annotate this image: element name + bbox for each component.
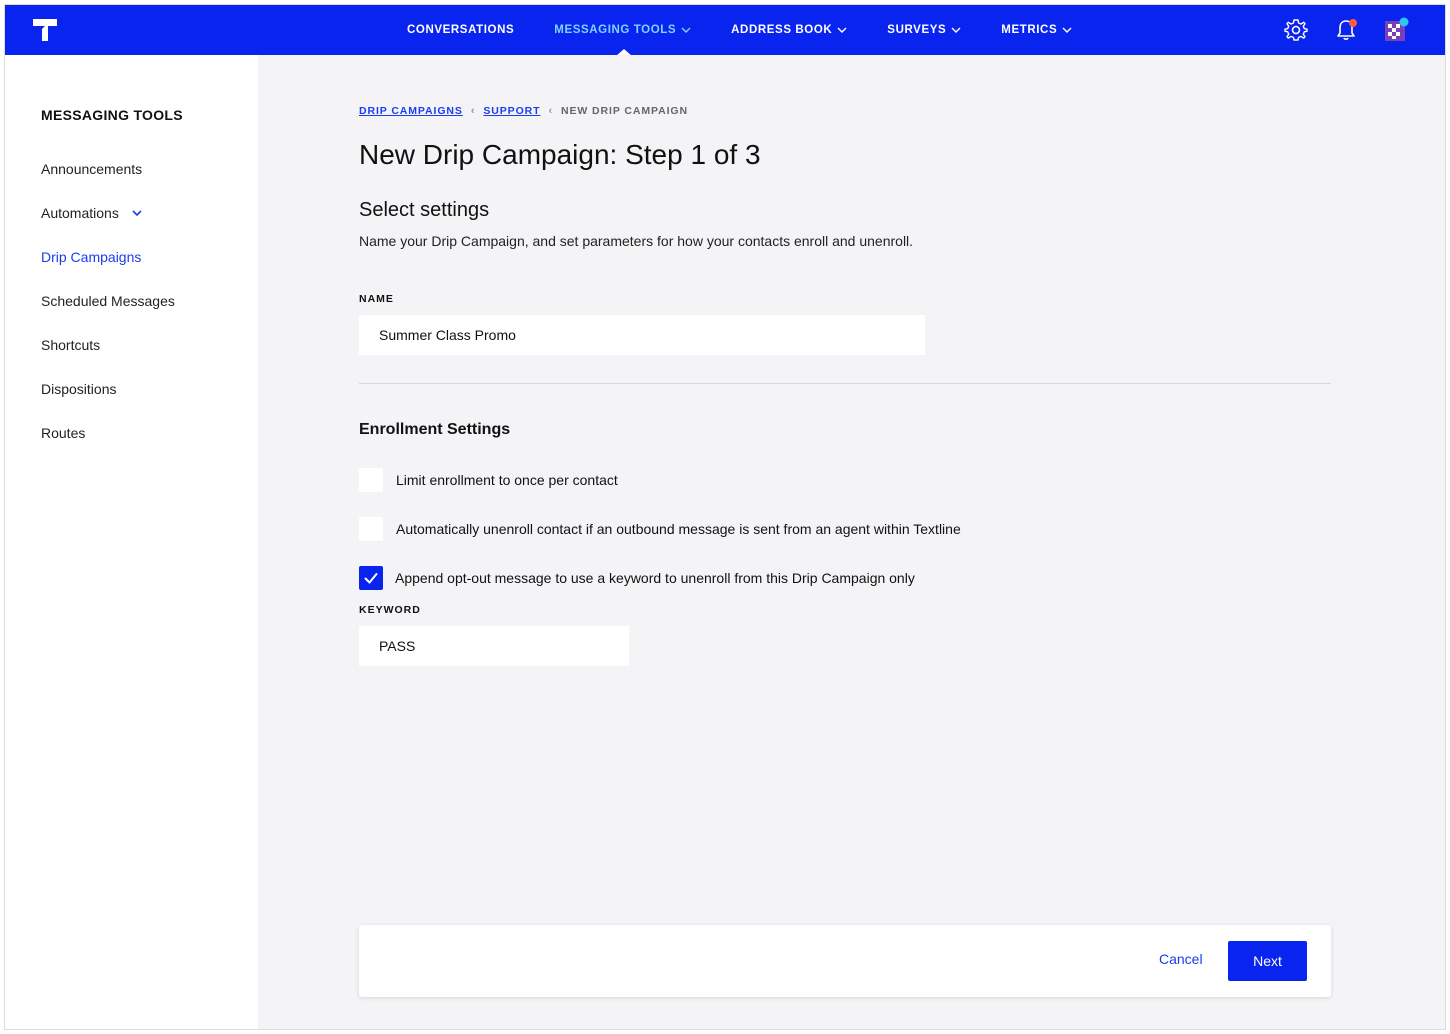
- sidebar-item-routes[interactable]: Routes: [41, 425, 85, 441]
- nav-messaging-tools[interactable]: MESSAGING TOOLS: [554, 5, 691, 56]
- nav-metrics-label: METRICS: [1001, 24, 1058, 36]
- sidebar-item-announcements[interactable]: Announcements: [41, 161, 142, 177]
- opt-out-label: Append opt-out message to use a keyword …: [395, 570, 915, 586]
- sidebar-item-drip-campaigns[interactable]: Drip Campaigns: [41, 249, 141, 265]
- nav-messaging-tools-label: MESSAGING TOOLS: [554, 24, 677, 36]
- nav-conversations[interactable]: CONVERSATIONS: [407, 5, 514, 55]
- limit-enrollment-option[interactable]: Limit enrollment to once per contact: [359, 468, 618, 492]
- chevron-down-icon: [951, 27, 961, 33]
- sidebar-item-label: Automations: [41, 205, 119, 221]
- auto-unenroll-label: Automatically unenroll contact if an out…: [396, 521, 961, 537]
- avatar[interactable]: [1383, 17, 1409, 43]
- section-divider: [359, 383, 1331, 384]
- breadcrumb: DRIP CAMPAIGNS ‹ SUPPORT ‹ NEW DRIP CAMP…: [359, 105, 688, 117]
- sidebar-item-label: Shortcuts: [41, 337, 101, 353]
- section-title: Select settings: [359, 199, 490, 221]
- chevron-left-icon: ‹: [470, 105, 476, 117]
- gear-icon[interactable]: [1283, 17, 1309, 43]
- keyword-input[interactable]: [359, 626, 629, 666]
- breadcrumb-drip-campaigns[interactable]: DRIP CAMPAIGNS: [359, 105, 463, 117]
- sidebar-item-automations[interactable]: Automations: [41, 205, 143, 221]
- breadcrumb-current: NEW DRIP CAMPAIGN: [561, 105, 688, 117]
- chevron-down-icon: [837, 27, 847, 33]
- app-window: CONVERSATIONS MESSAGING TOOLS ADDRESS BO…: [4, 4, 1446, 1030]
- nav-conversations-label: CONVERSATIONS: [407, 24, 515, 36]
- keyword-field-label: KEYWORD: [359, 604, 421, 616]
- cancel-button[interactable]: Cancel: [1159, 951, 1203, 967]
- sidebar-item-label: Scheduled Messages: [41, 293, 175, 309]
- auto-unenroll-checkbox[interactable]: [359, 517, 383, 541]
- auto-unenroll-option[interactable]: Automatically unenroll contact if an out…: [359, 517, 961, 541]
- sidebar-item-shortcuts[interactable]: Shortcuts: [41, 337, 100, 353]
- nav-surveys[interactable]: SURVEYS: [887, 5, 961, 55]
- section-description: Name your Drip Campaign, and set paramet…: [359, 233, 914, 249]
- notification-dot: [1349, 19, 1357, 27]
- textline-logo[interactable]: [31, 17, 59, 43]
- nav-metrics[interactable]: METRICS: [1001, 5, 1072, 55]
- sidebar-item-label: Routes: [41, 425, 86, 441]
- form-footer: Cancel Next: [359, 925, 1331, 997]
- chevron-down-icon: [681, 27, 691, 33]
- sidebar: MESSAGING TOOLS Announcements Automation…: [5, 55, 258, 1029]
- sidebar-item-dispositions[interactable]: Dispositions: [41, 381, 116, 397]
- bell-icon[interactable]: [1333, 17, 1359, 43]
- name-input[interactable]: [359, 315, 925, 355]
- sidebar-item-label: Announcements: [41, 161, 143, 177]
- main-nav: CONVERSATIONS MESSAGING TOOLS ADDRESS BO…: [407, 5, 1112, 56]
- sidebar-item-label: Dispositions: [41, 381, 117, 397]
- checkmark-icon: [364, 573, 378, 584]
- limit-enrollment-checkbox[interactable]: [359, 468, 383, 492]
- opt-out-checkbox[interactable]: [359, 566, 383, 590]
- sidebar-item-label: Drip Campaigns: [41, 249, 142, 265]
- name-field-label: NAME: [359, 293, 394, 305]
- breadcrumb-support[interactable]: SUPPORT: [483, 105, 540, 117]
- nav-address-book-label: ADDRESS BOOK: [731, 24, 833, 36]
- top-nav-bar: CONVERSATIONS MESSAGING TOOLS ADDRESS BO…: [5, 5, 1445, 56]
- chevron-down-icon[interactable]: [131, 207, 143, 219]
- main-content: DRIP CAMPAIGNS ‹ SUPPORT ‹ NEW DRIP CAMP…: [258, 55, 1445, 1029]
- enrollment-settings-title: Enrollment Settings: [359, 421, 511, 438]
- limit-enrollment-label: Limit enrollment to once per contact: [396, 472, 618, 488]
- nav-surveys-label: SURVEYS: [887, 24, 947, 36]
- sidebar-item-scheduled-messages[interactable]: Scheduled Messages: [41, 293, 175, 309]
- sidebar-title: MESSAGING TOOLS: [41, 107, 183, 123]
- chevron-down-icon: [1062, 27, 1072, 33]
- page-title: New Drip Campaign: Step 1 of 3: [359, 139, 761, 170]
- nav-address-book[interactable]: ADDRESS BOOK: [731, 5, 847, 55]
- next-button[interactable]: Next: [1228, 941, 1307, 981]
- chevron-left-icon: ‹: [548, 105, 554, 117]
- opt-out-option[interactable]: Append opt-out message to use a keyword …: [359, 566, 915, 590]
